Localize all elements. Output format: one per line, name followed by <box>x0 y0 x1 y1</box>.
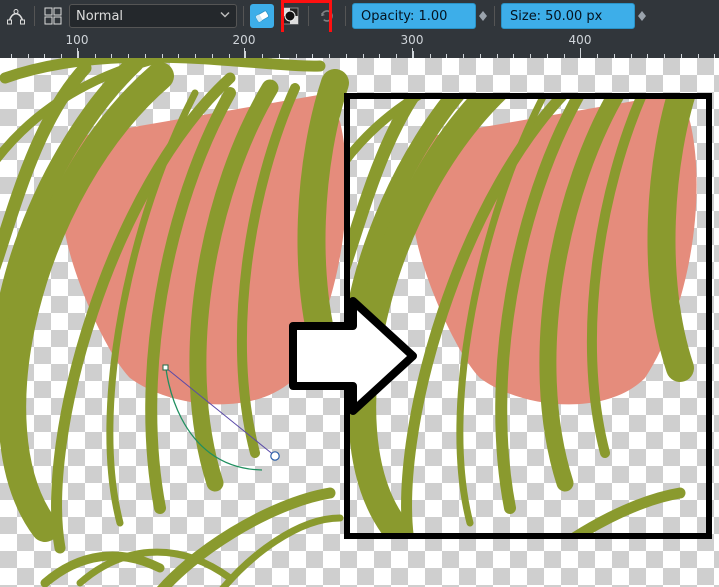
separator <box>345 6 346 26</box>
size-label: Size: <box>510 9 541 24</box>
bezier-icon <box>7 7 25 25</box>
eraser-icon <box>253 7 271 25</box>
separator <box>243 6 244 26</box>
opacity-spin-buttons[interactable] <box>478 4 488 28</box>
ruler-label: 100 <box>66 33 89 47</box>
grid-icon <box>44 7 62 25</box>
brush-size-slider[interactable]: Size: 50.00 px <box>501 3 635 29</box>
ruler-label: 200 <box>233 33 256 47</box>
preserve-alpha-button[interactable] <box>278 4 302 28</box>
brush-options-toolbar: Normal Opacity: 1.00 <box>0 0 719 32</box>
bezier-tool-button[interactable] <box>4 4 28 28</box>
preserve-alpha-icon <box>281 7 299 25</box>
separator <box>494 6 495 26</box>
blend-mode-select[interactable]: Normal <box>69 4 237 28</box>
chevron-down-icon <box>220 9 230 24</box>
chevron-down-icon <box>638 16 646 21</box>
separator <box>308 6 309 26</box>
size-value: 50.00 px <box>545 9 602 24</box>
blend-mode-value: Normal <box>76 9 123 24</box>
reload-preset-button[interactable] <box>315 4 339 28</box>
chevron-down-icon <box>479 16 487 21</box>
size-spin-buttons[interactable] <box>637 4 647 28</box>
illustration-right <box>335 58 709 587</box>
brush-presets-button[interactable] <box>41 4 65 28</box>
ruler-label: 300 <box>401 33 424 47</box>
ruler-label: 400 <box>569 33 592 47</box>
eraser-mode-button[interactable] <box>250 4 274 28</box>
separator <box>34 6 35 26</box>
reload-icon <box>318 7 336 25</box>
canvas-area[interactable] <box>0 58 719 587</box>
opacity-slider[interactable]: Opacity: 1.00 <box>352 3 476 29</box>
opacity-label: Opacity: <box>361 9 414 24</box>
horizontal-ruler: 100 200 300 400 <box>0 32 719 58</box>
opacity-value: 1.00 <box>418 9 447 24</box>
canvas-artwork <box>0 58 719 587</box>
